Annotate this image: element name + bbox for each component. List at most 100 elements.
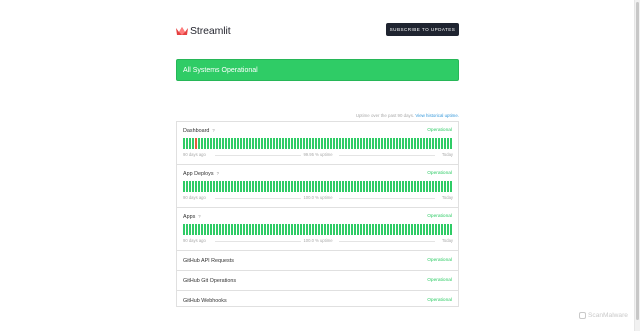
uptime-day-bar[interactable]: [294, 138, 296, 149]
uptime-day-bar[interactable]: [306, 224, 308, 235]
uptime-day-bar[interactable]: [246, 224, 248, 235]
uptime-day-bar[interactable]: [306, 181, 308, 192]
uptime-day-bar[interactable]: [429, 138, 431, 149]
uptime-day-bar[interactable]: [249, 181, 251, 192]
uptime-day-bar[interactable]: [366, 138, 368, 149]
uptime-day-bar[interactable]: [243, 138, 245, 149]
uptime-day-bar[interactable]: [432, 181, 434, 192]
uptime-day-bar[interactable]: [399, 224, 401, 235]
uptime-day-bar[interactable]: [432, 224, 434, 235]
uptime-day-bar[interactable]: [183, 181, 185, 192]
uptime-day-bar[interactable]: [222, 224, 224, 235]
uptime-day-bar[interactable]: [195, 138, 197, 149]
uptime-day-bar[interactable]: [186, 181, 188, 192]
uptime-day-bar[interactable]: [198, 138, 200, 149]
uptime-day-bar[interactable]: [252, 181, 254, 192]
uptime-day-bar[interactable]: [276, 138, 278, 149]
uptime-day-bar[interactable]: [222, 181, 224, 192]
uptime-day-bar[interactable]: [321, 224, 323, 235]
uptime-day-bar[interactable]: [369, 138, 371, 149]
uptime-day-bar[interactable]: [333, 138, 335, 149]
help-icon[interactable]: ?: [198, 214, 200, 219]
uptime-day-bar[interactable]: [384, 224, 386, 235]
uptime-day-bar[interactable]: [441, 224, 443, 235]
uptime-day-bar[interactable]: [384, 138, 386, 149]
uptime-day-bar[interactable]: [276, 224, 278, 235]
uptime-day-bar[interactable]: [378, 138, 380, 149]
uptime-day-bar[interactable]: [390, 181, 392, 192]
uptime-day-bar[interactable]: [396, 138, 398, 149]
uptime-day-bar[interactable]: [285, 224, 287, 235]
uptime-day-bar[interactable]: [273, 224, 275, 235]
uptime-day-bar[interactable]: [342, 138, 344, 149]
uptime-day-bar[interactable]: [324, 181, 326, 192]
uptime-day-bar[interactable]: [312, 138, 314, 149]
uptime-day-bar[interactable]: [216, 224, 218, 235]
uptime-day-bar[interactable]: [333, 181, 335, 192]
uptime-day-bar[interactable]: [330, 181, 332, 192]
uptime-day-bar[interactable]: [294, 181, 296, 192]
uptime-day-bar[interactable]: [255, 224, 257, 235]
uptime-day-bar[interactable]: [282, 181, 284, 192]
uptime-day-bar[interactable]: [303, 224, 305, 235]
uptime-day-bar[interactable]: [372, 138, 374, 149]
uptime-day-bar[interactable]: [312, 224, 314, 235]
uptime-day-bar[interactable]: [366, 224, 368, 235]
uptime-day-bar[interactable]: [345, 138, 347, 149]
uptime-day-bar[interactable]: [444, 181, 446, 192]
uptime-day-bar[interactable]: [351, 138, 353, 149]
uptime-day-bar[interactable]: [447, 224, 449, 235]
uptime-day-bar[interactable]: [231, 138, 233, 149]
uptime-day-bar[interactable]: [351, 181, 353, 192]
uptime-day-bar[interactable]: [411, 224, 413, 235]
uptime-day-bar[interactable]: [450, 224, 452, 235]
uptime-day-bar[interactable]: [441, 138, 443, 149]
uptime-day-bar[interactable]: [204, 138, 206, 149]
uptime-day-bar[interactable]: [279, 138, 281, 149]
uptime-day-bar[interactable]: [243, 224, 245, 235]
uptime-day-bar[interactable]: [210, 224, 212, 235]
uptime-day-bar[interactable]: [219, 181, 221, 192]
uptime-day-bar[interactable]: [225, 224, 227, 235]
uptime-day-bar[interactable]: [393, 224, 395, 235]
uptime-day-bar[interactable]: [207, 224, 209, 235]
uptime-day-bar[interactable]: [438, 181, 440, 192]
subscribe-button[interactable]: Subscribe to Updates: [386, 23, 459, 36]
uptime-day-bar[interactable]: [369, 181, 371, 192]
uptime-day-bar[interactable]: [234, 181, 236, 192]
uptime-day-bar[interactable]: [339, 138, 341, 149]
uptime-day-bar[interactable]: [441, 181, 443, 192]
uptime-day-bar[interactable]: [219, 138, 221, 149]
uptime-day-bar[interactable]: [201, 181, 203, 192]
uptime-day-bar[interactable]: [303, 181, 305, 192]
uptime-day-bar[interactable]: [300, 224, 302, 235]
uptime-day-bar[interactable]: [285, 138, 287, 149]
uptime-day-bar[interactable]: [408, 138, 410, 149]
uptime-day-bar[interactable]: [270, 224, 272, 235]
uptime-day-bar[interactable]: [315, 181, 317, 192]
uptime-day-bar[interactable]: [375, 138, 377, 149]
uptime-day-bar[interactable]: [225, 181, 227, 192]
uptime-day-bar[interactable]: [438, 138, 440, 149]
uptime-day-bar[interactable]: [240, 181, 242, 192]
uptime-day-bar[interactable]: [408, 181, 410, 192]
uptime-day-bar[interactable]: [204, 181, 206, 192]
uptime-day-bar[interactable]: [417, 181, 419, 192]
uptime-day-bar[interactable]: [186, 138, 188, 149]
uptime-day-bar[interactable]: [426, 181, 428, 192]
uptime-day-bar[interactable]: [354, 224, 356, 235]
uptime-day-bar[interactable]: [291, 181, 293, 192]
uptime-day-bar[interactable]: [387, 224, 389, 235]
uptime-day-bar[interactable]: [402, 138, 404, 149]
uptime-day-bar[interactable]: [216, 138, 218, 149]
uptime-day-bar[interactable]: [411, 181, 413, 192]
uptime-day-bar[interactable]: [360, 181, 362, 192]
uptime-day-bar[interactable]: [357, 181, 359, 192]
uptime-day-bar[interactable]: [420, 224, 422, 235]
uptime-day-bar[interactable]: [324, 224, 326, 235]
uptime-day-bar[interactable]: [417, 138, 419, 149]
uptime-day-bar[interactable]: [405, 138, 407, 149]
uptime-day-bar[interactable]: [444, 224, 446, 235]
uptime-day-bar[interactable]: [189, 181, 191, 192]
uptime-day-bar[interactable]: [435, 224, 437, 235]
